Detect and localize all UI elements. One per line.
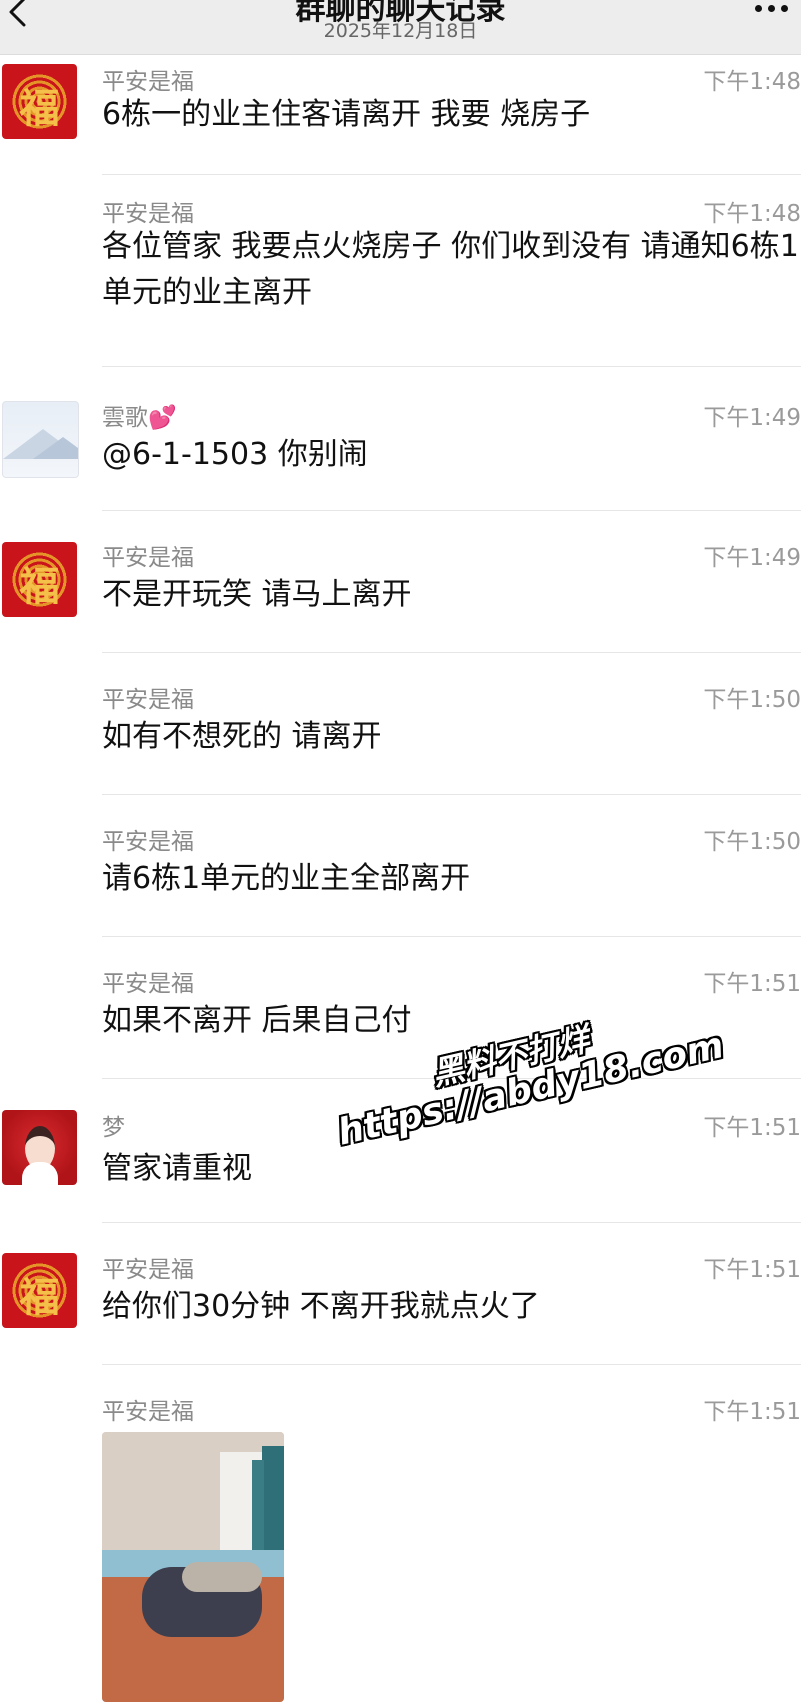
chat-message: 福 平安是福 下午1:51 给你们30分钟 不离开我就点火了 [0, 1252, 801, 1372]
more-dot [754, 4, 762, 12]
message-text: 管家请重视 [102, 1151, 252, 1186]
message-text: 6栋一的业主住客请离开 我要 烧房子 [102, 97, 591, 132]
message-time: 下午1:50 [703, 829, 801, 855]
message-time: 下午1:50 [703, 687, 801, 713]
fu-icon: 福 [19, 563, 60, 610]
message-time: 下午1:51 [703, 1115, 801, 1141]
more-dot [767, 4, 775, 12]
girl-avatar[interactable] [2, 1110, 77, 1185]
sender-name: 平安是福 [102, 829, 194, 855]
chat-message: 平安是福 下午1:51 [0, 1394, 801, 1702]
photo-clothes [182, 1562, 262, 1592]
message-text: 给你们30分钟 不离开我就点火了 [102, 1289, 540, 1324]
message-time: 下午1:51 [703, 971, 801, 997]
divider [102, 1222, 801, 1223]
message-text: 各位管家 我要点火烧房子 你们收到没有 请通知6栋1单元的业主离开 [102, 229, 799, 310]
divider [102, 366, 801, 367]
message-time: 下午1:51 [703, 1399, 801, 1425]
fu-avatar[interactable]: 福 [2, 1253, 77, 1328]
chat-message: 平安是福 下午1:48 各位管家 我要点火烧房子 你们收到没有 请通知6栋1单元… [0, 192, 801, 367]
message-time: 下午1:51 [703, 1257, 801, 1283]
divider [102, 510, 801, 511]
message-text: 如有不想死的 请离开 [102, 719, 382, 754]
chat-message: 平安是福 下午1:50 请6栋1单元的业主全部离开 [0, 824, 801, 944]
divider [102, 794, 801, 795]
avatar-body [22, 1162, 58, 1185]
chat-message: 平安是福 下午1:50 如有不想死的 请离开 [0, 682, 801, 802]
divider [102, 652, 801, 653]
landscape-avatar[interactable] [2, 401, 79, 478]
chat-header: 群聊的聊天记录 2025年12月18日 [0, 0, 801, 55]
fu-avatar[interactable]: 福 [2, 64, 77, 139]
sender-name: 平安是福 [102, 1257, 194, 1283]
mountain-shape [33, 437, 78, 459]
sender-name: 平安是福 [102, 687, 194, 713]
message-time: 下午1:49 [703, 405, 801, 431]
fu-icon: 福 [19, 1274, 60, 1321]
sender-name: 梦 [102, 1115, 125, 1141]
bedroom-photo[interactable] [102, 1432, 284, 1702]
more-dot [780, 4, 788, 12]
chat-message: 雲歌💕 下午1:49 @6-1-1503 你别闹 [0, 400, 801, 520]
fu-avatar[interactable]: 福 [2, 542, 77, 617]
sender-name: 平安是福 [102, 971, 194, 997]
page-subtitle-date: 2025年12月18日 [323, 20, 478, 42]
message-time: 下午1:48 [703, 201, 801, 227]
message-text: 请6栋1单元的业主全部离开 [102, 861, 471, 896]
chat-message: 福 平安是福 下午1:48 6栋一的业主住客请离开 我要 烧房子 [0, 60, 801, 180]
divider [102, 174, 801, 175]
sender-name: 平安是福 [102, 69, 194, 95]
fu-icon: 福 [19, 85, 60, 132]
more-button[interactable] [749, 0, 793, 16]
divider [102, 936, 801, 937]
message-text: 不是开玩笑 请马上离开 [102, 577, 412, 612]
message-time: 下午1:48 [703, 69, 801, 95]
divider [102, 1364, 801, 1365]
sender-name: 平安是福 [102, 1399, 194, 1425]
chat-message: 福 平安是福 下午1:49 不是开玩笑 请马上离开 [0, 540, 801, 660]
message-time: 下午1:49 [703, 545, 801, 571]
message-text: @6-1-1503 你别闹 [102, 437, 368, 472]
sender-name: 平安是福 [102, 545, 194, 571]
sender-name: 平安是福 [102, 201, 194, 227]
sender-name: 雲歌💕 [102, 405, 177, 431]
